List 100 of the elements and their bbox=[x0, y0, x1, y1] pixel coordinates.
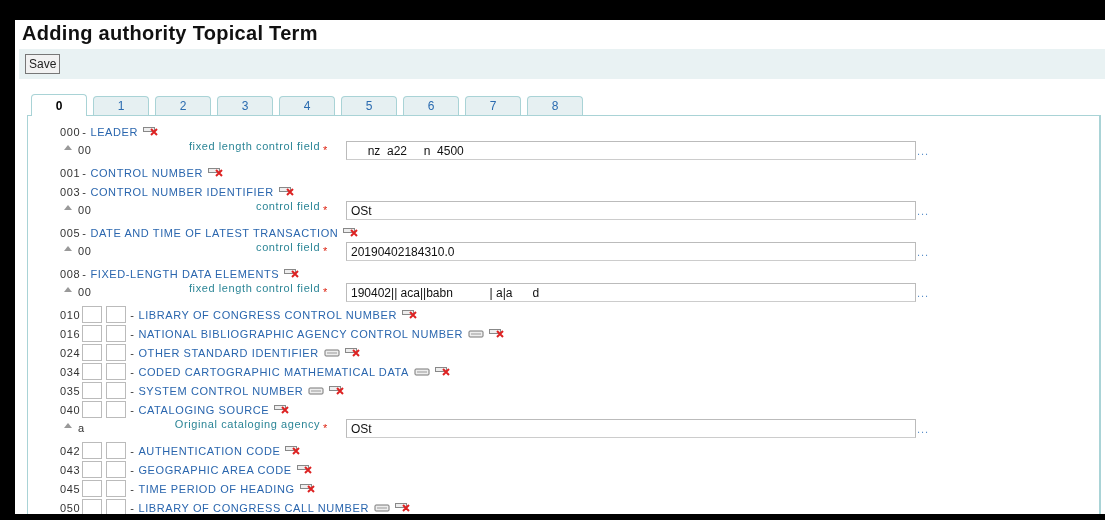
indicator-field[interactable] bbox=[82, 344, 103, 361]
subfield-input[interactable]: nz a22 n 4500 bbox=[346, 141, 916, 160]
collapse-arrow-icon[interactable] bbox=[64, 205, 72, 210]
tab[interactable]: 3 bbox=[217, 96, 273, 115]
field-tag: 040 bbox=[60, 403, 81, 416]
tab[interactable]: 7 bbox=[465, 96, 521, 115]
required-mark: * bbox=[323, 246, 328, 257]
repeat-field-icon[interactable] bbox=[308, 386, 325, 395]
indicator-field[interactable] bbox=[82, 461, 103, 478]
separator: - bbox=[82, 226, 87, 239]
separator: - bbox=[82, 267, 87, 280]
field-name-link[interactable]: SYSTEM CONTROL NUMBER bbox=[138, 384, 304, 397]
field-name-link[interactable]: CONTROL NUMBER bbox=[90, 166, 203, 179]
delete-field-icon[interactable] bbox=[299, 484, 316, 493]
subfield-code: 00 bbox=[78, 286, 93, 298]
subfield-code: a bbox=[78, 422, 86, 434]
plugin-link[interactable]: ... bbox=[917, 287, 930, 299]
subfield-label: fixed length control field bbox=[187, 283, 321, 294]
repeat-field-icon[interactable] bbox=[373, 503, 390, 512]
subfield-input[interactable]: 190402|| aca||babn | a|a d bbox=[346, 283, 916, 302]
delete-field-icon[interactable] bbox=[329, 386, 346, 395]
indicator-field[interactable] bbox=[106, 480, 127, 497]
field-tag: 016 bbox=[60, 327, 81, 340]
indicator-field[interactable] bbox=[82, 306, 103, 323]
indicator-field[interactable] bbox=[106, 499, 127, 514]
collapse-arrow-icon[interactable] bbox=[64, 145, 72, 150]
indicator-field[interactable] bbox=[106, 344, 127, 361]
indicator-field[interactable] bbox=[82, 499, 103, 514]
delete-field-icon[interactable] bbox=[435, 367, 451, 376]
delete-field-icon[interactable] bbox=[207, 168, 224, 177]
field-name-link[interactable]: LEADER bbox=[90, 125, 139, 138]
tab[interactable]: 0 bbox=[31, 94, 87, 116]
field-tag: 001 bbox=[60, 166, 81, 179]
plugin-link[interactable]: ... bbox=[917, 246, 930, 258]
delete-field-icon[interactable] bbox=[343, 228, 360, 237]
field-name-link[interactable]: FIXED-LENGTH DATA ELEMENTS bbox=[90, 267, 280, 280]
tab[interactable]: 4 bbox=[279, 96, 335, 115]
separator: - bbox=[130, 482, 135, 495]
indicator-field[interactable] bbox=[82, 325, 103, 342]
field-name-link[interactable]: NATIONAL BIBLIOGRAPHIC AGENCY CONTROL NUMBER bbox=[138, 327, 464, 340]
delete-field-icon[interactable] bbox=[394, 503, 411, 512]
field-name-link[interactable]: GEOGRAPHIC AREA CODE bbox=[138, 463, 292, 476]
separator: - bbox=[130, 365, 135, 378]
repeat-field-icon[interactable] bbox=[414, 367, 430, 376]
required-mark: * bbox=[323, 423, 328, 434]
plugin-link[interactable]: ... bbox=[917, 205, 930, 217]
delete-field-icon[interactable] bbox=[489, 329, 506, 338]
indicator-field[interactable] bbox=[82, 480, 103, 497]
indicator-field[interactable] bbox=[106, 382, 127, 399]
delete-field-icon[interactable] bbox=[402, 310, 418, 319]
indicator-field[interactable] bbox=[82, 382, 103, 399]
plugin-link[interactable]: ... bbox=[917, 145, 930, 157]
subfield-input[interactable]: OSt bbox=[346, 419, 916, 438]
tab[interactable]: 8 bbox=[527, 96, 583, 115]
field-name-link[interactable]: CONTROL NUMBER IDENTIFIER bbox=[90, 185, 274, 198]
collapse-arrow-icon[interactable] bbox=[64, 423, 72, 428]
field-name-link[interactable]: CATALOGING SOURCE bbox=[138, 403, 270, 416]
indicator-field[interactable] bbox=[106, 401, 127, 418]
delete-field-icon[interactable] bbox=[296, 465, 313, 474]
field-name-link[interactable]: TIME PERIOD OF HEADING bbox=[138, 482, 295, 495]
indicator-field[interactable] bbox=[82, 401, 103, 418]
delete-field-icon[interactable] bbox=[284, 269, 301, 278]
separator: - bbox=[82, 125, 87, 138]
tab[interactable]: 5 bbox=[341, 96, 397, 115]
delete-field-icon[interactable] bbox=[143, 127, 160, 136]
field-name-link[interactable]: LIBRARY OF CONGRESS CONTROL NUMBER bbox=[138, 308, 397, 321]
indicator-field[interactable] bbox=[106, 363, 127, 380]
separator: - bbox=[130, 403, 135, 416]
subfield-code: 00 bbox=[78, 245, 93, 257]
indicator-field[interactable] bbox=[106, 442, 127, 459]
field-name-link[interactable]: DATE AND TIME OF LATEST TRANSACTION bbox=[90, 226, 339, 239]
repeat-field-icon[interactable] bbox=[468, 329, 485, 338]
collapse-arrow-icon[interactable] bbox=[64, 246, 72, 251]
plugin-link[interactable]: ... bbox=[917, 423, 930, 435]
repeat-field-icon[interactable] bbox=[323, 348, 340, 357]
required-mark: * bbox=[323, 145, 328, 156]
field-tag: 003 bbox=[60, 185, 81, 198]
field-tag: 008 bbox=[60, 267, 81, 280]
indicator-field[interactable] bbox=[82, 442, 103, 459]
field-name-link[interactable]: CODED CARTOGRAPHIC MATHEMATICAL DATA bbox=[138, 365, 409, 378]
indicator-field[interactable] bbox=[106, 325, 127, 342]
tab[interactable]: 1 bbox=[93, 96, 149, 115]
field-tag: 005 bbox=[60, 226, 81, 239]
save-button[interactable]: Save bbox=[25, 54, 61, 74]
delete-field-icon[interactable] bbox=[278, 187, 295, 196]
indicator-field[interactable] bbox=[82, 363, 103, 380]
tab[interactable]: 6 bbox=[403, 96, 459, 115]
tab[interactable]: 2 bbox=[155, 96, 211, 115]
field-name-link[interactable]: OTHER STANDARD IDENTIFIER bbox=[138, 346, 319, 359]
indicator-field[interactable] bbox=[106, 461, 127, 478]
delete-field-icon[interactable] bbox=[285, 446, 302, 455]
indicator-field[interactable] bbox=[106, 306, 127, 323]
delete-field-icon[interactable] bbox=[274, 405, 291, 414]
separator: - bbox=[130, 384, 135, 397]
subfield-input[interactable]: 20190402184310.0 bbox=[346, 242, 916, 261]
field-name-link[interactable]: AUTHENTICATION CODE bbox=[138, 444, 281, 457]
collapse-arrow-icon[interactable] bbox=[64, 287, 72, 292]
delete-field-icon[interactable] bbox=[344, 348, 361, 357]
field-name-link[interactable]: LIBRARY OF CONGRESS CALL NUMBER bbox=[138, 501, 369, 514]
subfield-input[interactable]: OSt bbox=[346, 201, 916, 220]
